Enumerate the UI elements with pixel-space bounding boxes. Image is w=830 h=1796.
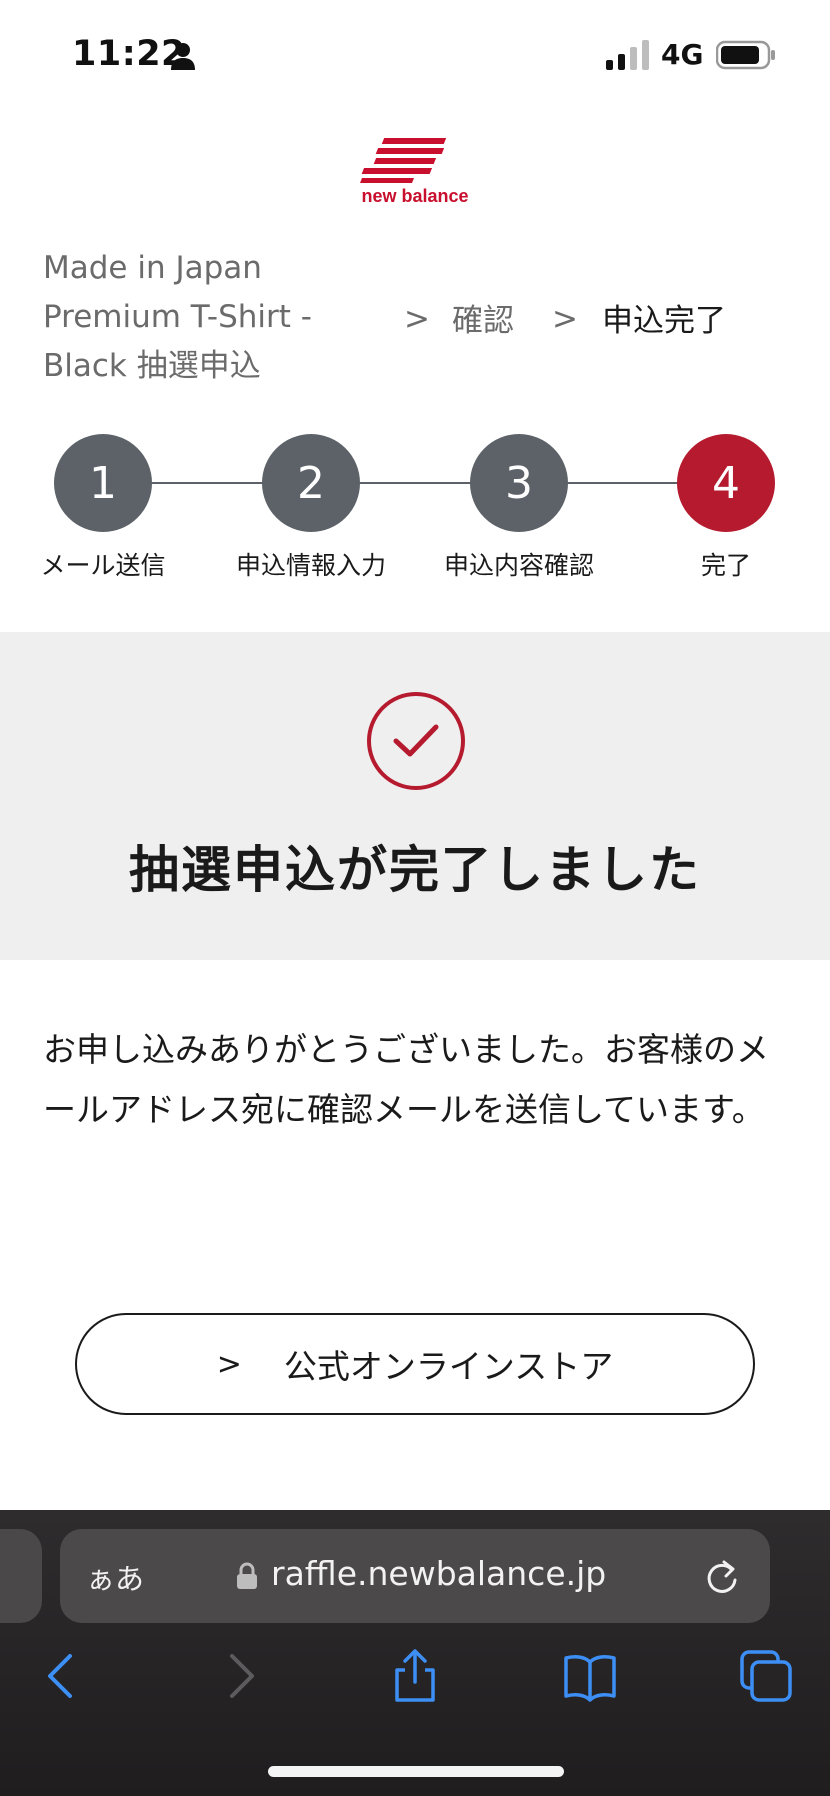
step-label-4: 完了 — [700, 551, 751, 580]
signal-icon — [606, 40, 649, 70]
breadcrumb-confirm[interactable]: 確認 — [452, 295, 514, 340]
forward-icon[interactable] — [212, 1648, 268, 1704]
completion-banner — [0, 632, 830, 960]
step-label-1: メール送信 — [40, 551, 166, 580]
network-type: 4G — [661, 38, 704, 71]
tabs-icon[interactable] — [738, 1648, 794, 1704]
bookmarks-icon[interactable] — [562, 1648, 618, 1704]
reload-icon[interactable] — [704, 1556, 740, 1596]
step-connector-line — [103, 482, 723, 484]
status-time: 11:22 — [72, 34, 186, 74]
step-label-2: 申込情報入力 — [235, 551, 386, 580]
home-indicator[interactable] — [268, 1766, 564, 1777]
step-label-3: 申込内容確認 — [443, 551, 594, 580]
breadcrumb-separator: > — [552, 301, 578, 337]
chevron-right-icon: > — [216, 1346, 242, 1382]
person-icon — [171, 43, 195, 70]
previous-tab-edge[interactable] — [0, 1529, 42, 1623]
confirmation-message: お申し込みありがとうございました。お客様のメールアドレス宛に確認メールを送信して… — [43, 1030, 769, 1129]
step-circle-1: 1 — [54, 434, 152, 532]
check-circle-icon — [367, 692, 465, 790]
step-circle-3: 3 — [470, 434, 568, 532]
breadcrumb-product[interactable]: Made in Japan Premium T-Shirt - Black 抽選… — [43, 244, 373, 391]
store-button-label: 公式オンラインストア — [283, 1347, 614, 1386]
logo-wordmark: new balance — [361, 186, 468, 206]
breadcrumb-current: 申込完了 — [602, 303, 726, 339]
completion-title: 抽選申込が完了しました — [129, 841, 701, 899]
status-bar: 11:22 4G — [0, 0, 830, 110]
share-icon[interactable] — [387, 1648, 443, 1704]
step-circle-2: 2 — [262, 434, 360, 532]
breadcrumb-separator: > — [404, 301, 430, 337]
page-settings-button[interactable]: ぁあ — [86, 1556, 144, 1598]
step-circle-4: 4 — [677, 434, 775, 532]
url-text[interactable]: raffle.newbalance.jp — [271, 1554, 606, 1593]
official-store-button[interactable]: > 公式オンラインストア — [75, 1313, 755, 1415]
lock-icon — [237, 1562, 257, 1589]
new-balance-logo[interactable]: new balance — [355, 136, 475, 206]
battery-icon — [716, 40, 775, 70]
back-icon[interactable] — [34, 1648, 90, 1704]
